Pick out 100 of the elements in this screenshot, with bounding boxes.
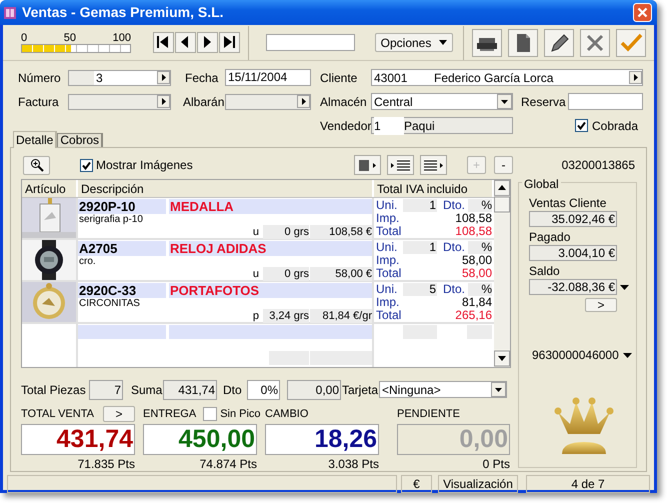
amount-value: 58,00 — [462, 254, 492, 267]
client-field[interactable]: 43001 Federico García Lorca — [371, 69, 643, 86]
pieces-value: 7 — [89, 380, 123, 400]
field-label: Cliente — [320, 70, 358, 86]
checkbox-label: Cobrada — [592, 118, 638, 134]
field-label: Fecha — [185, 70, 220, 86]
window-title: Ventas - Gemas Premium, S.L. — [22, 3, 225, 22]
column-header: Descripción — [78, 180, 374, 197]
total-label: Total — [376, 225, 402, 238]
field-label: Saldo — [529, 264, 561, 279]
units-label: Uni. — [376, 283, 398, 296]
price-value: 58,00 € — [310, 267, 372, 281]
item-code: 2920C-33 — [78, 283, 166, 298]
points-value: 71.835 Pts — [76, 457, 135, 471]
discount-amount: 0,00 — [287, 380, 341, 400]
item-note: cro. — [78, 256, 97, 267]
units-value: 1 — [403, 241, 437, 254]
warehouse-select[interactable]: Central — [371, 93, 513, 110]
field-label: Ventas Cliente — [529, 196, 608, 211]
reference-number: 03200013865 — [562, 157, 635, 174]
weight-value: 0 grs — [263, 267, 309, 281]
status-field: 4 de 7 — [526, 475, 650, 493]
amount-label: Imp. — [376, 296, 400, 309]
item-name: MEDALLA — [169, 199, 372, 214]
units-label: Uni. — [376, 241, 398, 254]
field-label: Vendedor — [320, 118, 371, 134]
field-label: Pagado — [529, 230, 572, 245]
points-value: 74.874 Pts — [198, 457, 257, 471]
tab[interactable]: Detalle — [13, 131, 58, 148]
total-value: 265,16 — [455, 309, 492, 322]
amount-value: 81,84 — [462, 296, 492, 309]
amount-field: -32.088,36 € — [529, 279, 617, 295]
amount-label: Imp. — [376, 254, 400, 267]
total-label: Total — [376, 267, 402, 280]
units-value: 5 — [403, 283, 437, 296]
discount-field[interactable]: 0% — [247, 380, 280, 400]
item-name: RELOJ ADIDAS — [169, 241, 372, 256]
date-field[interactable]: 15/11/2004 — [225, 69, 311, 86]
total-amount: 18,26 — [265, 424, 379, 455]
total-heading: ENTREGA — [143, 406, 196, 422]
field-label: Tarjeta — [341, 382, 379, 398]
more-button[interactable]: > — [585, 298, 617, 312]
tick-label: 0 — [21, 32, 28, 44]
amount-field: 3.004,10 € — [529, 245, 617, 261]
total-label: Total — [376, 309, 402, 322]
tab[interactable]: Cobros — [57, 133, 104, 148]
checkbox-label: Mostrar Imágenes — [96, 157, 193, 174]
more-button[interactable]: > — [103, 406, 135, 422]
discount-label: Dto. — [442, 241, 465, 254]
seller-field[interactable]: 1 Paqui — [371, 117, 513, 134]
total-value: 58,00 — [462, 267, 492, 280]
discount-label: Dto. — [442, 283, 465, 296]
tick-label: 50 — [64, 32, 76, 44]
total-amount: 450,00 — [143, 424, 257, 455]
field-label: Reserva — [521, 94, 567, 110]
remove-button[interactable]: - — [494, 156, 513, 174]
discount-value: % — [468, 283, 492, 296]
field-label: Suma — [130, 382, 163, 398]
field-label: Almacén — [320, 94, 368, 110]
unit-label: u — [252, 225, 260, 239]
total-value: 108,58 — [455, 225, 492, 238]
status-field: Visualización — [438, 475, 518, 493]
total-amount: 0,00 — [397, 424, 510, 455]
price-value: 108,58 € — [310, 225, 372, 239]
amount-value: 108,58 — [455, 212, 492, 225]
points-value: 3.038 Pts — [327, 457, 379, 471]
item-code: 2920P-10 — [78, 199, 166, 214]
sum-value: 431,74 — [163, 380, 217, 400]
weight-value: 0 grs — [263, 225, 309, 239]
tick-label: 100 — [112, 32, 131, 44]
item-name: PORTAFOTOS — [169, 283, 372, 298]
card-select[interactable]: <Ninguna> — [379, 381, 507, 398]
weight-value: 3,24 grs — [263, 309, 309, 323]
item-note: CIRCONITAS — [78, 298, 141, 309]
unit-label: u — [252, 267, 260, 281]
price-value: 81,84 €/gr — [310, 309, 372, 323]
status-field: € — [401, 475, 432, 493]
field-label: Número — [18, 70, 62, 86]
discount-label: Dto. — [442, 199, 465, 212]
units-value: 1 — [403, 199, 437, 212]
code-value: 9630000046000 — [532, 347, 619, 364]
checkbox-label: Sin Pico — [220, 406, 261, 422]
field-label: Dto — [222, 382, 243, 398]
unit-label: p — [252, 309, 260, 323]
discount-value: % — [468, 199, 492, 212]
amount-field: 35.092,46 € — [529, 211, 617, 227]
amount-label: Imp. — [376, 212, 400, 225]
field-label: Total Piezas — [21, 382, 87, 398]
total-heading: CAMBIO — [265, 406, 308, 422]
field-label: Factura — [18, 94, 60, 110]
discount-value: % — [468, 241, 492, 254]
total-amount: 431,74 — [21, 424, 135, 455]
field-label: Albarán — [183, 94, 225, 110]
total-heading: TOTAL VENTA — [21, 406, 94, 422]
item-note: serigrafia p-10 — [78, 214, 144, 225]
total-heading: PENDIENTE — [397, 406, 461, 422]
options-button[interactable]: Opciones — [375, 33, 453, 52]
item-code: A2705 — [78, 241, 166, 256]
units-label: Uni. — [376, 199, 398, 212]
points-value: 0 Pts — [482, 457, 510, 471]
